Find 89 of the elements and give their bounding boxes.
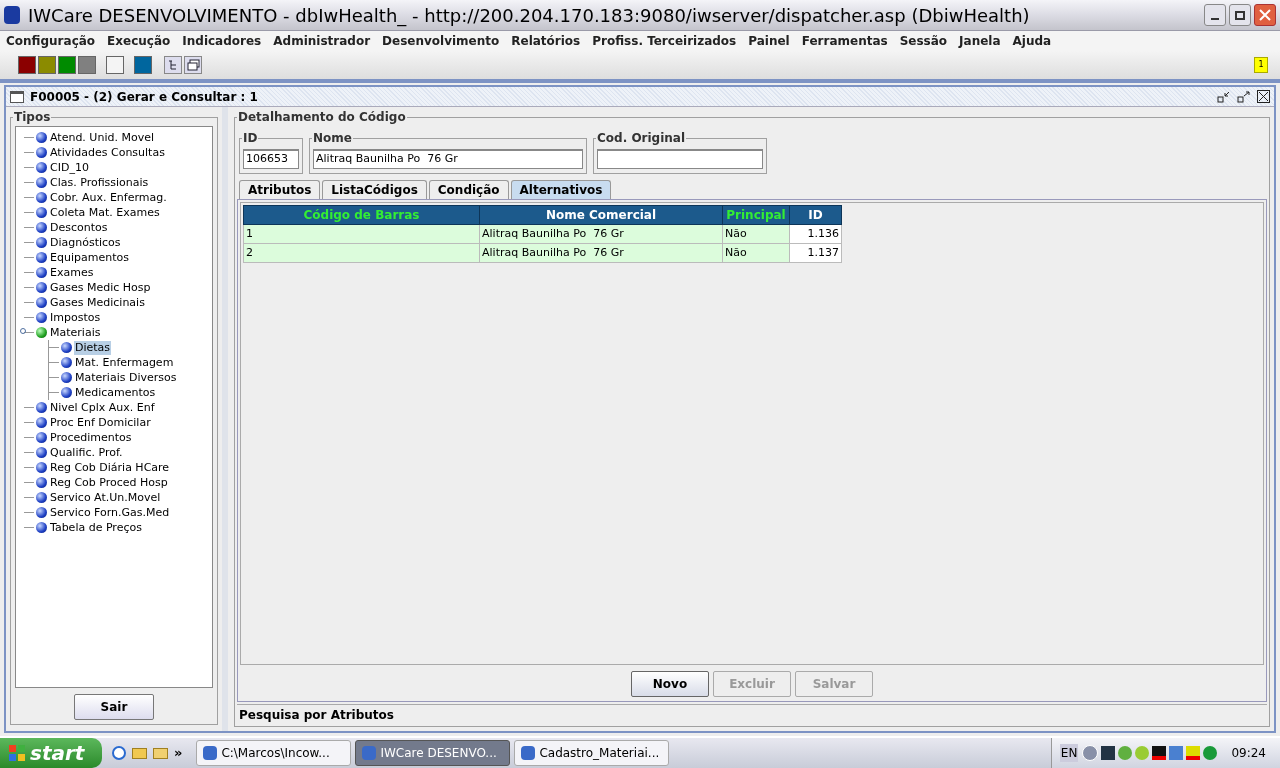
more-chevron[interactable]: » <box>174 743 183 763</box>
frame-title: F00005 - (2) Gerar e Consultar : 1 <box>30 88 258 106</box>
taskbar-button[interactable]: Cadastro_Materiai... <box>514 740 670 766</box>
browser-icon[interactable] <box>112 746 126 760</box>
color-swatch[interactable] <box>58 56 76 74</box>
tree-item[interactable]: Atend. Unid. Movel <box>49 130 155 145</box>
tree-item[interactable]: Equipamentos <box>49 250 130 265</box>
tab[interactable]: Condição <box>428 180 509 199</box>
app-icon <box>4 6 20 24</box>
text-field[interactable] <box>597 149 763 169</box>
exit-button[interactable]: Sair <box>74 694 154 720</box>
restore-button[interactable] <box>1229 4 1251 26</box>
clock: 09:24 <box>1231 745 1266 762</box>
tree-item[interactable]: Reg Cob Proced Hosp <box>49 475 169 490</box>
app-icon <box>521 746 536 760</box>
close-icon <box>1259 9 1271 21</box>
group-title: Tipos <box>13 109 52 125</box>
folder-icon[interactable] <box>132 747 147 759</box>
tree-item[interactable]: Coleta Mat. Exames <box>49 205 161 220</box>
minimize-frame-icon[interactable] <box>1217 90 1231 103</box>
text-field[interactable]: 106653 <box>243 149 299 169</box>
menu-item[interactable]: Ferramentas <box>801 32 888 50</box>
menu-item[interactable]: Configuração <box>6 32 96 50</box>
column-header[interactable]: Principal <box>722 205 790 225</box>
color-swatch[interactable] <box>18 56 36 74</box>
action-button[interactable]: Novo <box>631 671 709 697</box>
tree-item[interactable]: Mat. Enfermagem <box>74 355 175 370</box>
app-icon <box>362 746 377 760</box>
window-title: IWCare DESENVOLVIMENTO - dbIwHealth_ - http://200.204.170.183:9080/iwserver/dispatcher.asp (DbiwHealth) <box>28 3 1030 29</box>
close-button[interactable] <box>1254 4 1276 26</box>
tree-item[interactable]: Gases Medicinais <box>49 295 146 310</box>
tree-item[interactable]: Servico Forn.Gas.Med <box>49 505 171 520</box>
tree-item[interactable]: Qualific. Prof. <box>49 445 124 460</box>
menu-item[interactable]: Janela <box>959 32 1001 50</box>
menu-item[interactable]: Relatórios <box>511 32 581 50</box>
tree-item[interactable]: Proc Enf Domicilar <box>49 415 152 430</box>
language-indicator[interactable]: EN <box>1059 744 1079 762</box>
menu-item[interactable]: Profiss. Terceirizados <box>592 32 737 50</box>
tree-item[interactable]: Nivel Cplx Aux. Enf <box>49 400 156 415</box>
tree-item[interactable]: Medicamentos <box>74 385 157 400</box>
tab[interactable]: ListaCódigos <box>322 180 427 199</box>
menu-item[interactable]: Sessão <box>899 32 948 50</box>
column-header[interactable]: Nome Comercial <box>479 205 723 225</box>
tree-item[interactable]: Diagnósticos <box>49 235 122 250</box>
color-swatch[interactable] <box>106 56 124 74</box>
app-icon <box>203 746 218 760</box>
color-swatch[interactable] <box>78 56 96 74</box>
section-title: Pesquisa por Atributos <box>238 706 395 724</box>
tree-item[interactable]: Servico At.Un.Movel <box>49 490 162 505</box>
menu-item[interactable]: Indicadores <box>182 32 262 50</box>
tree-item[interactable]: Gases Medic Hosp <box>49 280 152 295</box>
taskbar-button[interactable]: IWCare DESENVO... <box>355 740 511 766</box>
column-header[interactable]: Código de Barras <box>243 205 480 225</box>
minimize-button[interactable] <box>1204 4 1226 26</box>
tree-item[interactable]: Impostos <box>49 310 102 325</box>
notification-badge[interactable]: 1 <box>1254 57 1268 73</box>
tree-item[interactable]: CID_10 <box>49 160 90 175</box>
close-frame-icon[interactable] <box>1257 90 1270 103</box>
folder-icon[interactable] <box>153 747 168 759</box>
menu-item[interactable]: Desenvolvimento <box>382 32 500 50</box>
tree-item[interactable]: Materiais <box>49 325 102 340</box>
tree-item[interactable]: Cobr. Aux. Enfermag. <box>49 190 168 205</box>
group-title: Detalhamento do Código <box>237 109 407 125</box>
text-field[interactable]: Alitraq Baunilha Po 76 Gr <box>313 149 583 169</box>
tree-item[interactable]: Tabela de Preços <box>49 520 143 535</box>
tree-item[interactable]: Exames <box>49 265 95 280</box>
tree-item[interactable]: Descontos <box>49 220 109 235</box>
tab[interactable]: Atributos <box>239 180 321 199</box>
frame-icon <box>10 90 24 103</box>
tree-item[interactable]: Clas. Profissionais <box>49 175 150 190</box>
tree-item[interactable]: Procedimentos <box>49 430 133 445</box>
tab[interactable]: Alternativos <box>510 180 612 199</box>
color-swatch[interactable] <box>38 56 56 74</box>
tree-item[interactable]: Atividades Consultas <box>49 145 166 160</box>
tree-item[interactable]: Dietas <box>74 340 112 355</box>
windows-logo-icon <box>8 744 26 762</box>
tree-item[interactable]: Reg Cob Diária HCare <box>49 460 171 475</box>
column-header[interactable]: ID <box>789 205 842 225</box>
taskbar-button[interactable]: C:\Marcos\Incow... <box>196 740 352 766</box>
color-swatch[interactable] <box>134 56 152 74</box>
menu-item[interactable]: Painel <box>748 32 790 50</box>
windows-icon[interactable] <box>184 56 202 74</box>
group-title: Cod. Original <box>596 130 687 146</box>
menu-item[interactable]: Execução <box>107 32 171 50</box>
menu-item[interactable]: Ajuda <box>1012 32 1052 50</box>
menu-item[interactable]: Administrador <box>273 32 371 50</box>
maximize-frame-icon[interactable] <box>1237 90 1251 103</box>
tree-item[interactable]: Materiais Diversos <box>74 370 178 385</box>
tree-view-icon[interactable] <box>164 56 182 74</box>
